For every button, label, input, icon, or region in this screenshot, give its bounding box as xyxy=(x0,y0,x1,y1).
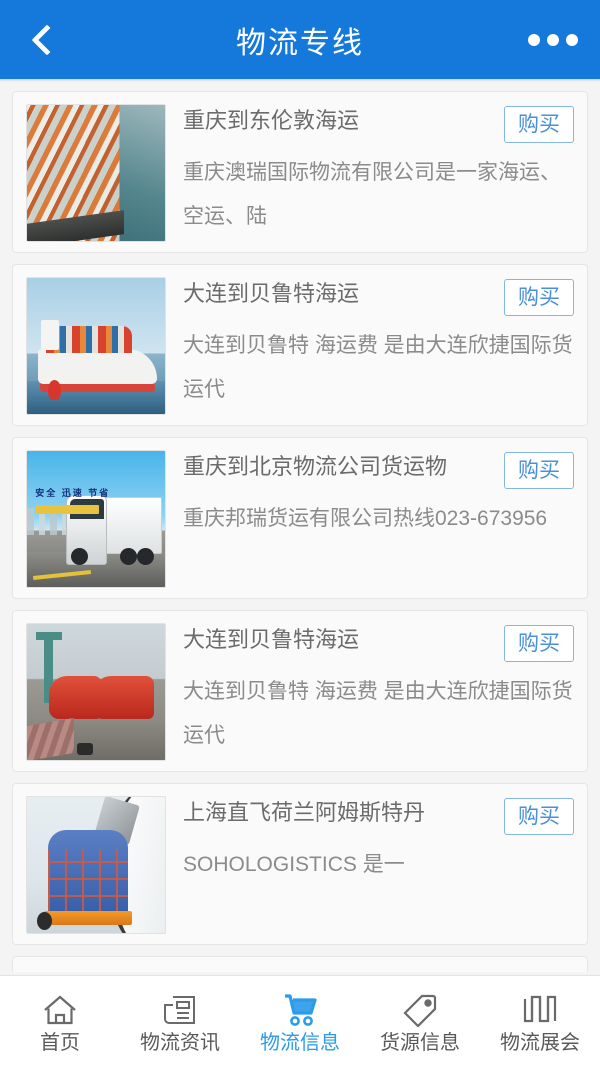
item-title: 重庆到东伦敦海运 xyxy=(183,108,360,133)
home-icon xyxy=(42,991,78,1029)
item-title: 上海直飞荷兰阿姆斯特丹 xyxy=(183,800,426,825)
item-description: SOHOLOGISTICS 是一 xyxy=(183,853,405,876)
item-description: 大连到贝鲁特 海运费 是由大连欣捷国际货运代 xyxy=(183,680,573,747)
dot-3 xyxy=(566,33,578,46)
item-body: 大连到贝鲁特海运 购买 大连到贝鲁特 海运费 是由大连欣捷国际货运代 xyxy=(166,277,574,412)
folded-map-icon xyxy=(522,991,558,1029)
item-body: 上海直飞荷兰阿姆斯特丹 购买 SOHOLOGISTICS 是一 xyxy=(166,796,574,887)
list-item[interactable]: 大连到贝鲁特海运 购买 大连到贝鲁特 海运费 是由大连欣捷国际货运代 xyxy=(12,610,588,772)
app-root: 物流专线 重庆到东伦敦海运 购买 重庆澳瑞国际物流有限公司是一家海运、空运、陆 xyxy=(0,0,600,1067)
item-header-row: 重庆到北京物流公司货运物 购买 xyxy=(183,450,574,489)
buy-button[interactable]: 购买 xyxy=(504,452,574,489)
buy-button[interactable]: 购买 xyxy=(504,279,574,316)
list-item[interactable]: 上海直飞荷兰阿姆斯特丹 购买 SOHOLOGISTICS 是一 xyxy=(12,783,588,945)
tab-label: 物流信息 xyxy=(260,1031,340,1054)
item-body: 重庆到东伦敦海运 购买 重庆澳瑞国际物流有限公司是一家海运、空运、陆 xyxy=(166,104,574,239)
thumb-slogan: 安全 迅速 节省 xyxy=(35,488,111,499)
tab-label: 物流展会 xyxy=(500,1031,580,1054)
container-port-photo xyxy=(27,105,165,241)
item-header-row: 上海直飞荷兰阿姆斯特丹 购买 xyxy=(183,796,574,835)
item-description: 大连到贝鲁特 海运费 是由大连欣捷国际货运代 xyxy=(183,334,573,401)
page-title: 物流专线 xyxy=(236,26,364,60)
bottom-navigation: 首页 物流资讯 物流信息 货源信息 物流展会 xyxy=(0,975,600,1067)
item-description: 重庆邦瑞货运有限公司热线023-673956 xyxy=(183,507,548,530)
item-title: 大连到贝鲁特海运 xyxy=(183,627,360,652)
item-title: 大连到贝鲁特海运 xyxy=(183,281,360,306)
tab-logistics-info[interactable]: 物流信息 xyxy=(240,976,360,1067)
tab-label: 货源信息 xyxy=(380,1031,460,1054)
tab-label: 首页 xyxy=(40,1031,80,1054)
item-body: 重庆到北京物流公司货运物 购买 重庆邦瑞货运有限公司热线023-673956 xyxy=(166,450,574,541)
item-thumbnail xyxy=(26,104,166,242)
item-thumbnail xyxy=(26,623,166,761)
item-description: 重庆澳瑞国际物流有限公司是一家海运、空运、陆 xyxy=(183,161,561,228)
buy-button[interactable]: 购买 xyxy=(504,106,574,143)
logistics-line-list[interactable]: 重庆到东伦敦海运 购买 重庆澳瑞国际物流有限公司是一家海运、空运、陆 大连到贝鲁… xyxy=(0,82,600,975)
more-dots-icon[interactable] xyxy=(528,0,578,79)
air-cargo-pallet-photo xyxy=(27,797,165,933)
buy-button[interactable]: 购买 xyxy=(504,798,574,835)
tab-logistics-news[interactable]: 物流资讯 xyxy=(120,976,240,1067)
dot-2 xyxy=(547,33,559,46)
tab-logistics-expo[interactable]: 物流展会 xyxy=(480,976,600,1067)
item-body: 大连到贝鲁特海运 购买 大连到贝鲁特 海运费 是由大连欣捷国际货运代 xyxy=(166,623,574,758)
page-header: 物流专线 xyxy=(0,0,600,79)
red-cargo-ships-photo xyxy=(27,624,165,760)
list-item[interactable]: 重庆到东伦敦海运 购买 重庆澳瑞国际物流有限公司是一家海运、空运、陆 xyxy=(12,91,588,253)
item-thumbnail: 安全 迅速 节省 xyxy=(26,450,166,588)
container-ship-photo xyxy=(27,278,165,414)
list-item[interactable]: 安全 迅速 节省 重庆到北京物流公司货运物 购买 重庆邦瑞货运有限公司热线023… xyxy=(12,437,588,599)
buy-button[interactable]: 购买 xyxy=(504,625,574,662)
newspaper-icon xyxy=(163,991,197,1029)
freight-truck-photo: 安全 迅速 节省 xyxy=(27,451,165,587)
shopping-cart-icon xyxy=(281,991,319,1029)
item-header-row: 大连到贝鲁特海运 购买 xyxy=(183,623,574,662)
item-header-row: 重庆到东伦敦海运 购买 xyxy=(183,104,574,143)
list-item-partial[interactable] xyxy=(12,956,588,972)
tab-supply-info[interactable]: 货源信息 xyxy=(360,976,480,1067)
tab-label: 物流资讯 xyxy=(140,1031,220,1054)
list-item[interactable]: 大连到贝鲁特海运 购买 大连到贝鲁特 海运费 是由大连欣捷国际货运代 xyxy=(12,264,588,426)
item-thumbnail xyxy=(26,796,166,934)
item-thumbnail xyxy=(26,277,166,415)
tag-icon xyxy=(402,991,438,1029)
back-button[interactable] xyxy=(14,0,74,79)
tab-home[interactable]: 首页 xyxy=(0,976,120,1067)
chevron-left-icon xyxy=(31,23,63,56)
item-header-row: 大连到贝鲁特海运 购买 xyxy=(183,277,574,316)
dot-1 xyxy=(528,33,540,46)
item-title: 重庆到北京物流公司货运物 xyxy=(183,454,448,479)
